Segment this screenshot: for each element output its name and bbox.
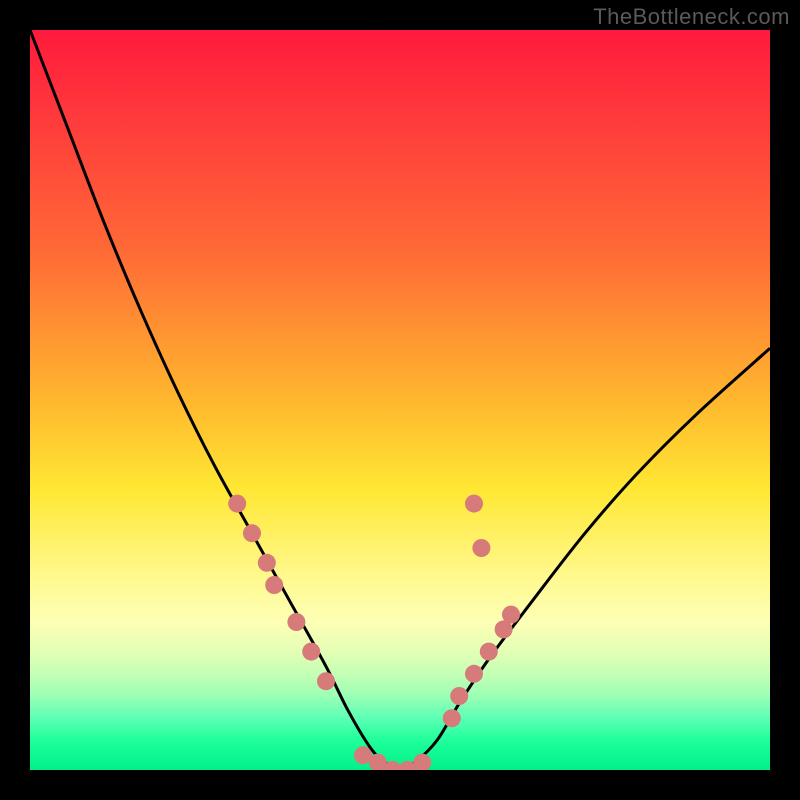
data-point (258, 554, 276, 572)
data-point (243, 524, 261, 542)
data-point (502, 606, 520, 624)
data-points (228, 495, 520, 770)
data-point (480, 643, 498, 661)
curve-svg (30, 30, 770, 770)
data-point (287, 613, 305, 631)
data-point (465, 495, 483, 513)
data-point (317, 672, 335, 690)
data-point (413, 754, 431, 770)
bottleneck-curve (30, 30, 770, 770)
data-point (465, 665, 483, 683)
data-point (472, 539, 490, 557)
data-point (450, 687, 468, 705)
data-point (228, 495, 246, 513)
data-point (265, 576, 283, 594)
plot-area (30, 30, 770, 770)
data-point (443, 709, 461, 727)
watermark-text: TheBottleneck.com (593, 4, 790, 30)
chart-frame: TheBottleneck.com (0, 0, 800, 800)
data-point (302, 643, 320, 661)
